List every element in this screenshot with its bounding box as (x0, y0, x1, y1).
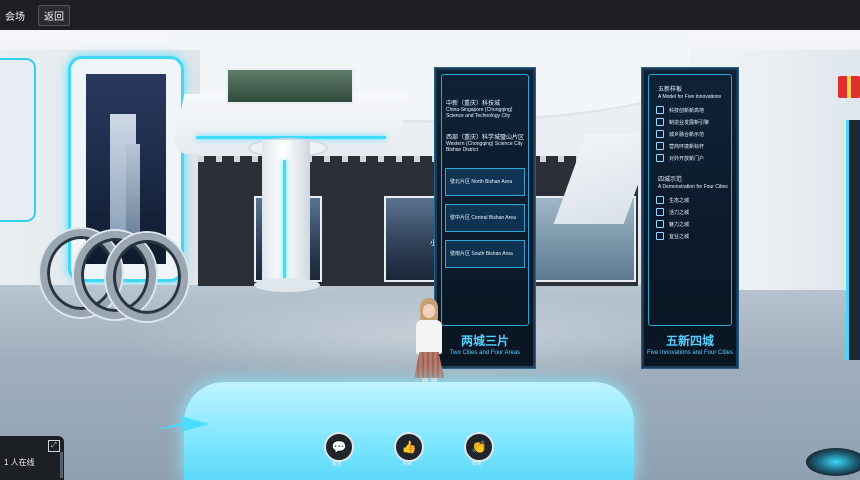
section2-item: 宜业之城 (656, 232, 689, 240)
panel-footer-en: Five Innovations and Four Cities (646, 350, 734, 356)
menu-button[interactable]: 会场 (0, 6, 30, 25)
section2-item: 魅力之城 (656, 220, 689, 228)
section1-item: 营商环境新标杆 (656, 142, 704, 150)
item-label: 活力之城 (669, 209, 690, 216)
item-icon (656, 196, 664, 204)
item-icon (656, 154, 664, 162)
panel-footer-en: Two Cities and Four Areas (449, 350, 521, 356)
item-label: 宜业之城 (669, 233, 690, 240)
pillar-base (254, 278, 320, 292)
back-button[interactable]: 返回 (38, 4, 70, 26)
area-north-label: 璧北片区 North Bishan Area (450, 179, 512, 185)
section2-title-cn: 四城示范 (658, 177, 683, 183)
like-button[interactable]: 👍 (394, 432, 424, 462)
item-icon (656, 208, 664, 216)
gift-icon[interactable] (838, 76, 860, 98)
online-count: 1 人在线 (4, 458, 35, 467)
panel-header-cn-1: 中新（重庆）科技城 (446, 101, 501, 107)
panel-header-en-1: China-Singapore (Chongqing) Science and … (446, 107, 513, 119)
panel-header-en-2: Western (Chongqing) Science City Bishan … (446, 141, 523, 153)
avatar-shirt (416, 320, 442, 354)
avatar-face (423, 304, 435, 318)
teleport-disc[interactable] (806, 448, 860, 476)
tower-building-2 (126, 144, 140, 234)
section2-item: 生态之城 (656, 196, 689, 204)
item-label: 城乡融合新示范 (669, 131, 705, 138)
avatar-skirt (414, 352, 444, 378)
thumbs-up-icon: 👍 (401, 440, 417, 454)
item-icon (656, 220, 664, 228)
item-icon (656, 142, 664, 150)
panel-scrollbar[interactable] (60, 452, 63, 478)
clap-label: 鼓掌 (471, 461, 482, 467)
clap-icon: 👏 (471, 440, 487, 454)
expand-icon[interactable]: ⤢ (48, 440, 60, 452)
section1-title-cn: 五新样板 (658, 87, 683, 93)
right-wall-light (846, 120, 860, 360)
chat-label: 留言 (331, 461, 342, 467)
pillar-light (283, 160, 286, 280)
item-icon (656, 130, 664, 138)
item-label: 科技创新新高地 (669, 107, 705, 114)
top-bar: 会场 返回 (0, 0, 860, 30)
item-icon (656, 232, 664, 240)
like-label: 点赞 (401, 461, 412, 467)
section1-item: 科技创新新高地 (656, 106, 704, 114)
item-icon (656, 106, 664, 114)
area-central[interactable]: 璧中片区 Central Bishan Area (445, 204, 525, 232)
aerial-photo-screen[interactable] (226, 68, 354, 104)
section1-item: 制造业发展新引擎 (656, 118, 709, 126)
item-label: 营商环境新标杆 (669, 143, 705, 150)
online-users-panel: ⤢ 1 人在线 (0, 436, 64, 480)
chat-button[interactable]: 💬 (324, 432, 354, 462)
panel-footer-cn: 两城三片 (460, 334, 509, 348)
area-south-label: 璧南片区 South Bishan Area (450, 251, 513, 257)
area-north[interactable]: 璧北片区 North Bishan Area (445, 168, 525, 196)
staircase (553, 134, 657, 224)
item-label: 对外开放新门户 (669, 155, 705, 162)
item-label: 魅力之城 (669, 221, 690, 228)
info-panel-five-innovations[interactable]: 五新样板 A Model for Five Innovations 科技创新新高… (642, 68, 738, 368)
panel-footer-cn: 五新四城 (665, 334, 714, 348)
clap-button[interactable]: 👏 (464, 432, 494, 462)
section1-item: 城乡融合新示范 (656, 130, 704, 138)
section1-title-en: A Model for Five Innovations (658, 94, 722, 100)
area-south[interactable]: 璧南片区 South Bishan Area (445, 240, 525, 268)
ring-sculpture (40, 225, 190, 321)
pillar (262, 140, 310, 285)
ring-3 (106, 233, 188, 321)
section1-item: 对外开放新门户 (656, 154, 704, 162)
floor-arrow-icon (154, 416, 210, 432)
info-panel-two-cities[interactable]: 中新（重庆）科技城 China-Singapore (Chongqing) Sc… (435, 68, 535, 368)
item-icon (656, 118, 664, 126)
chat-icon: 💬 (331, 440, 347, 454)
item-label: 制造业发展新引擎 (669, 119, 710, 126)
panel-header-cn-2: 西部（重庆）科学城璧山片区 (446, 135, 525, 141)
area-central-label: 璧中片区 Central Bishan Area (450, 215, 516, 221)
section2-item: 活力之城 (656, 208, 689, 216)
item-label: 生态之城 (669, 197, 690, 204)
section2-title-en: A Demonstration for Four Cities (658, 184, 728, 190)
far-left-frame (0, 58, 36, 222)
